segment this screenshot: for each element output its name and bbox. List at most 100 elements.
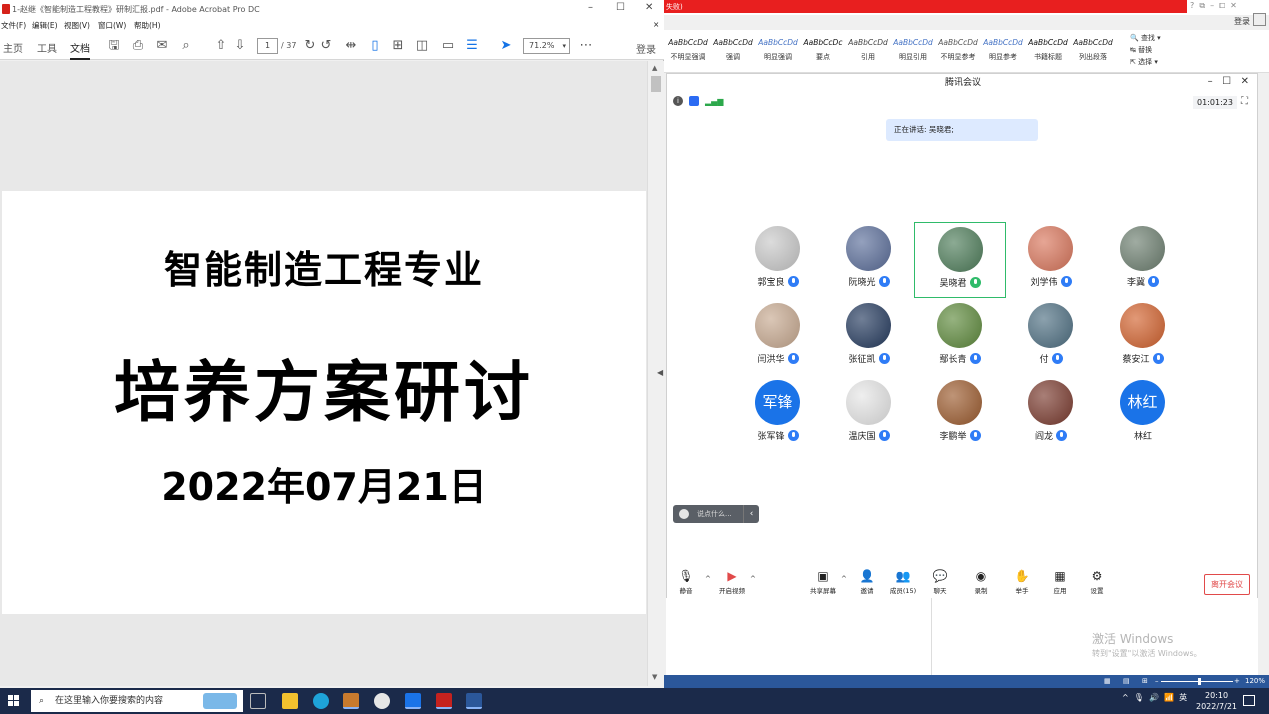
participant-tile[interactable]: 蔡安江 xyxy=(1097,299,1189,375)
word-taskbar-icon[interactable] xyxy=(466,693,482,709)
style-gallery-item[interactable]: AaBbCcDd 明显强调 xyxy=(758,38,798,68)
replace-button[interactable]: ↹ 替换 xyxy=(1130,44,1161,56)
zoom-in-icon[interactable]: + xyxy=(1234,677,1240,685)
menu-file[interactable]: 文件(F) xyxy=(1,20,26,31)
scroll-thumb[interactable] xyxy=(651,76,661,92)
rotate-cw-icon[interactable]: ↻ xyxy=(302,38,318,54)
style-gallery-item[interactable]: AaBbCcDd 列出段落 xyxy=(1073,38,1113,68)
apps-button[interactable]: ▦ 应用 xyxy=(1043,569,1077,595)
settings-button[interactable]: ⚙ 设置 xyxy=(1080,569,1114,595)
zoom-select[interactable]: 71.2% ▾ xyxy=(523,38,570,54)
select-tool-icon[interactable]: ➤ xyxy=(498,38,514,54)
style-gallery-item[interactable]: AaBbCcDd 引用 xyxy=(848,38,888,68)
style-gallery-item[interactable]: AaBbCcDc 要点 xyxy=(803,38,843,68)
style-gallery-item[interactable]: AaBbCcDd 强调 xyxy=(713,38,753,68)
shield-icon[interactable] xyxy=(689,96,699,106)
tab-home[interactable]: 主页 xyxy=(3,40,23,55)
read-view-icon[interactable]: ▦ xyxy=(1104,677,1111,685)
zoom-slider-knob[interactable] xyxy=(1198,678,1201,685)
members-button[interactable]: 👥 成员(15) xyxy=(886,569,920,595)
participant-tile[interactable]: 林红 林红 xyxy=(1097,376,1189,452)
windows-start-icon[interactable] xyxy=(8,695,20,707)
acrobat-taskbar-icon[interactable] xyxy=(436,693,452,709)
chat-button[interactable]: 💬 聊天 xyxy=(923,569,957,595)
email-icon[interactable]: ✉ xyxy=(154,38,170,54)
signal-icon[interactable]: ▂▄▆ xyxy=(705,97,723,106)
scroll-down-icon[interactable]: ▼ xyxy=(652,673,657,681)
notification-center-icon[interactable] xyxy=(1243,695,1255,706)
system-tray[interactable]: ^ 🎙 🔊 📶 英 xyxy=(1122,692,1187,703)
fit-width-icon[interactable]: ⇹ xyxy=(343,38,359,54)
ime-indicator[interactable]: 英 xyxy=(1179,693,1187,702)
participant-tile[interactable]: 阮晓光 xyxy=(823,222,915,298)
info-icon[interactable]: i xyxy=(673,96,683,106)
invite-button[interactable]: 👤 邀请 xyxy=(850,569,884,595)
menu-edit[interactable]: 编辑(E) xyxy=(32,20,58,31)
style-gallery-item[interactable]: AaBbCcDd 不明显参考 xyxy=(938,38,978,68)
web-layout-icon[interactable]: ⊞ xyxy=(1142,677,1148,685)
record-button[interactable]: ◉ 录制 xyxy=(964,569,998,595)
word-login-link[interactable]: 登录 xyxy=(1234,16,1250,27)
participant-tile[interactable]: 鄢长青 xyxy=(914,299,1006,375)
read-mode-icon[interactable]: ☰ xyxy=(464,38,480,54)
participant-tile[interactable]: 李冀 xyxy=(1097,222,1189,298)
participant-tile[interactable]: 阎龙 xyxy=(1005,376,1097,452)
word-window-controls[interactable]: ? ⧉ – ⧠ ✕ xyxy=(1190,1,1237,11)
participant-tile[interactable]: 吴晓君 xyxy=(914,222,1006,298)
participant-tile[interactable]: 军锋 张军锋 xyxy=(732,376,824,452)
menu-window[interactable]: 窗口(W) xyxy=(98,20,126,31)
zoom-out-icon[interactable]: – xyxy=(1155,677,1159,685)
participant-tile[interactable]: 张征凯 xyxy=(823,299,915,375)
select-button[interactable]: ⇱ 选择 ▾ xyxy=(1130,56,1161,68)
chat-quick-input[interactable]: 说点什么... ‹ xyxy=(673,505,759,523)
next-page-icon[interactable]: ⇩ xyxy=(232,38,248,54)
word-zoom-level[interactable]: 120% xyxy=(1245,677,1265,685)
login-link[interactable]: 登录 xyxy=(636,41,656,56)
scroll-mode-icon[interactable]: ⊞ xyxy=(390,38,406,54)
participant-tile[interactable]: 付 xyxy=(1005,299,1097,375)
raise-hand-button[interactable]: ✋ 举手 xyxy=(1005,569,1039,595)
chrome-icon[interactable] xyxy=(374,693,390,709)
share-screen-button[interactable]: ▣ 共享屏幕 xyxy=(806,569,840,595)
presentation-icon[interactable]: ▭ xyxy=(440,38,456,54)
task-view-icon[interactable] xyxy=(250,693,266,709)
save-icon[interactable]: 🖫 xyxy=(106,38,122,54)
style-gallery-item[interactable]: AaBbCcDd 明显参考 xyxy=(983,38,1023,68)
mute-button[interactable]: 🎙 静音 xyxy=(669,569,703,595)
collapse-chat-icon[interactable]: ‹ xyxy=(743,505,759,523)
video-button[interactable]: ▶ 开启视频 xyxy=(715,569,749,595)
fullscreen-icon[interactable]: ⛶ xyxy=(1241,96,1248,107)
menu-view[interactable]: 视图(V) xyxy=(64,20,90,31)
mute-options-caret[interactable]: ^ xyxy=(705,575,711,583)
rotate-ccw-icon[interactable]: ↺ xyxy=(318,38,334,54)
tencent-meeting-icon[interactable] xyxy=(405,693,421,709)
more-options-icon[interactable]: ⋯ xyxy=(578,38,594,54)
meeting-window-controls[interactable]: – ☐ ✕ xyxy=(1208,76,1249,87)
style-gallery-item[interactable]: AaBbCcDd 书籍标题 xyxy=(1028,38,1068,68)
tab-tools[interactable]: 工具 xyxy=(37,40,57,55)
participant-tile[interactable]: 刘学伟 xyxy=(1005,222,1097,298)
print-icon[interactable]: ⎙ xyxy=(130,38,146,54)
tab-document[interactable]: 文档 xyxy=(70,40,90,60)
two-page-icon[interactable]: ◫ xyxy=(414,38,430,54)
collapse-panel-icon[interactable]: ◀ xyxy=(657,368,663,377)
leave-meeting-button[interactable]: 离开会议 xyxy=(1204,574,1250,595)
edge-browser-icon[interactable] xyxy=(313,693,329,709)
close-button[interactable]: ✕ xyxy=(645,2,653,13)
maximize-button[interactable]: ☐ xyxy=(616,2,625,13)
participant-tile[interactable]: 郭宝良 xyxy=(732,222,824,298)
taskbar-search-input[interactable]: ⌕ 在这里输入你要搜索的内容 xyxy=(31,690,243,712)
share-options-caret[interactable]: ^ xyxy=(841,575,847,583)
minimize-button[interactable]: – xyxy=(588,2,593,13)
participant-tile[interactable]: 闫洪华 xyxy=(732,299,824,375)
single-page-icon[interactable]: ▯ xyxy=(367,38,383,54)
emoji-icon[interactable] xyxy=(679,509,689,519)
video-options-caret[interactable]: ^ xyxy=(750,575,756,583)
find-button[interactable]: 🔍 查找 ▾ xyxy=(1130,32,1161,44)
participant-tile[interactable]: 李鹏举 xyxy=(914,376,1006,452)
page-number-input[interactable]: 1 xyxy=(257,38,278,54)
voice-app-icon[interactable] xyxy=(343,693,359,709)
menu-help[interactable]: 帮助(H) xyxy=(134,20,161,31)
prev-page-icon[interactable]: ⇧ xyxy=(213,38,229,54)
user-avatar-icon[interactable] xyxy=(1253,13,1266,26)
